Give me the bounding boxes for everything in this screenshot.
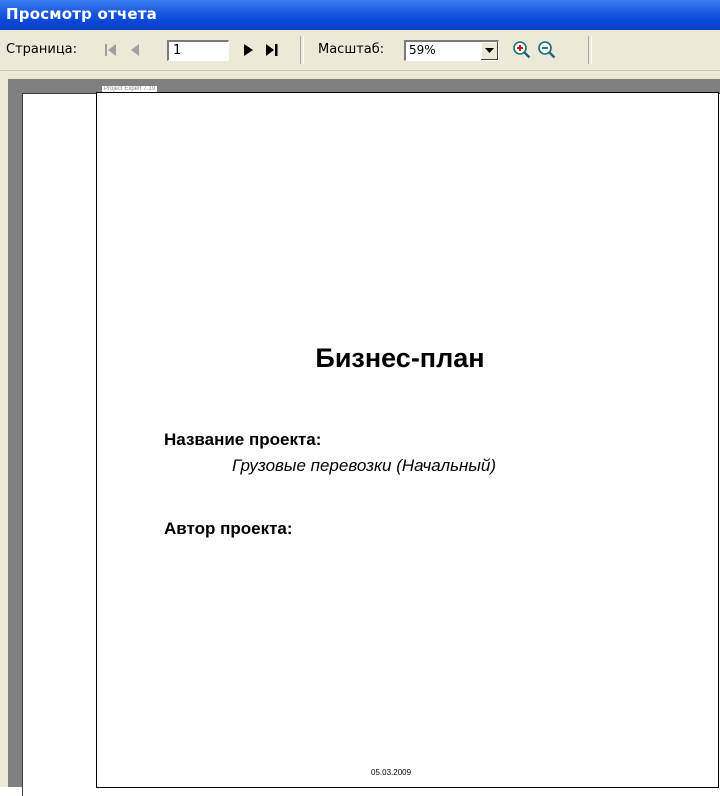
- report-preview-window: Просмотр отчета Страница: 1 Масштаб: 59%…: [0, 0, 720, 796]
- author-label: Автор проекта:: [164, 519, 293, 538]
- toolbar-separator: [588, 36, 592, 64]
- page-number-input[interactable]: 1: [167, 40, 229, 61]
- zoom-in-icon: [513, 41, 531, 59]
- zoom-in-button[interactable]: [511, 39, 533, 61]
- last-page-button[interactable]: [261, 39, 283, 61]
- chevron-down-icon[interactable]: [480, 42, 498, 60]
- project-name-value: Грузовые перевозки (Начальный): [232, 456, 497, 475]
- zoom-label: Масштаб:: [318, 42, 385, 57]
- first-page-icon: [105, 44, 116, 56]
- first-page-button[interactable]: [100, 39, 122, 61]
- toolbar: Страница: 1 Масштаб: 59%: [0, 30, 720, 71]
- title-bar[interactable]: Просмотр отчета: [0, 0, 720, 30]
- last-page-icon: [266, 44, 278, 56]
- project-name-label: Название проекта:: [164, 430, 322, 449]
- document-title: Бизнес-план: [315, 343, 485, 373]
- zoom-value: 59%: [409, 43, 436, 57]
- page-footer-date: 05.03.2009: [371, 768, 412, 777]
- zoom-out-button[interactable]: [536, 39, 558, 61]
- toolbar-separator: [300, 36, 304, 64]
- page-header-text: Project Expert 7.19: [102, 86, 158, 92]
- previous-page-icon: [131, 44, 139, 56]
- next-page-icon: [244, 44, 253, 56]
- next-page-button[interactable]: [238, 39, 260, 61]
- page-label: Страница:: [6, 42, 78, 57]
- window-title: Просмотр отчета: [6, 5, 157, 23]
- previous-page-button[interactable]: [124, 39, 146, 61]
- zoom-select[interactable]: 59%: [404, 40, 499, 61]
- zoom-out-icon: [538, 41, 556, 59]
